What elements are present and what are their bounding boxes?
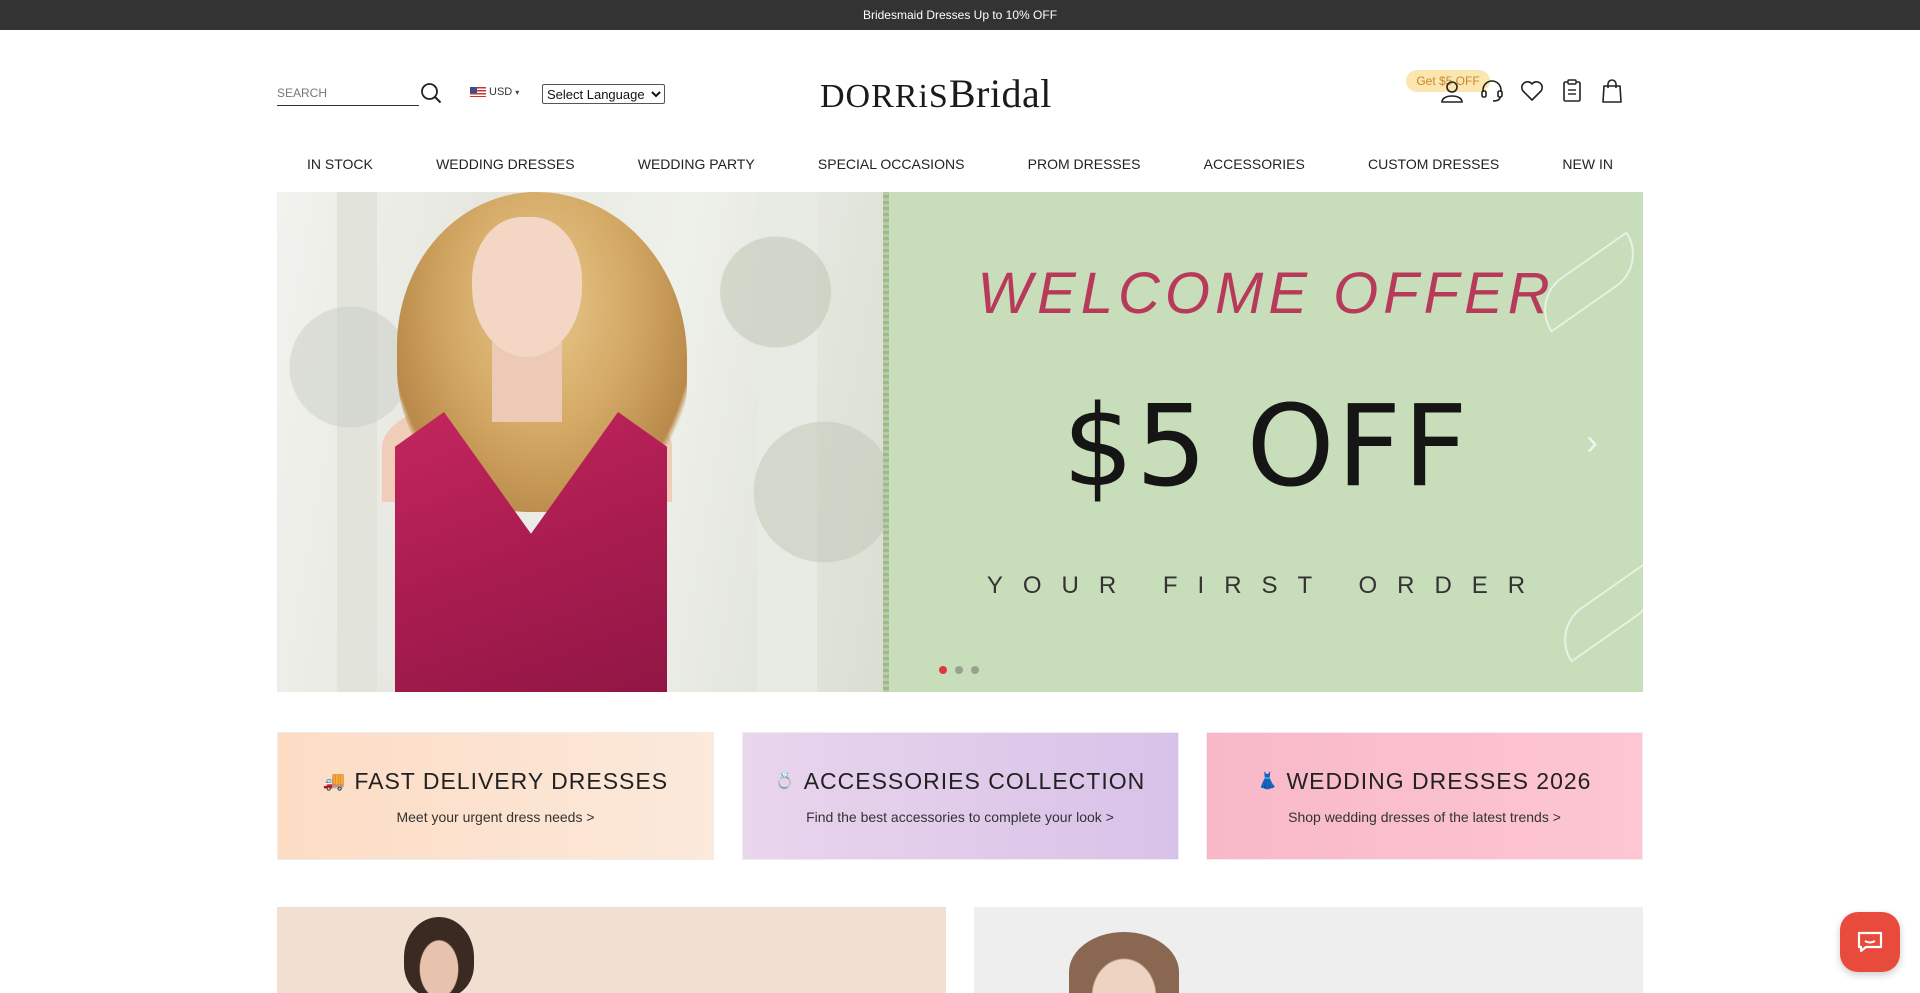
hero-offer-panel: WELCOME OFFER $5 OFF YOUR FIRST ORDER xyxy=(889,192,1643,692)
ring-icon: 💍 xyxy=(774,773,796,790)
feature-tile-right[interactable] xyxy=(974,907,1643,993)
nav-special-occasions[interactable]: SPECIAL OCCASIONS xyxy=(818,150,965,178)
wishlist-button[interactable] xyxy=(1520,78,1544,104)
currency-label: USD xyxy=(489,86,513,98)
site-logo[interactable]: DORRiS Bridal xyxy=(820,70,1100,122)
support-icon xyxy=(1481,80,1503,102)
promo-card-subtitle: Shop wedding dresses of the latest trend… xyxy=(1288,808,1561,825)
logo-part-dorris: DORRiS xyxy=(820,78,949,115)
promo-card-title-text: FAST DELIVERY DRESSES xyxy=(354,767,669,794)
wishlist-icon xyxy=(1521,81,1543,101)
slide-dot-2[interactable] xyxy=(955,666,963,674)
account-button[interactable] xyxy=(1440,78,1464,104)
nav-in-stock[interactable]: IN STOCK xyxy=(307,150,373,178)
promo-card-accessories[interactable]: 💍 ACCESSORIES COLLECTION Find the best a… xyxy=(741,732,1179,860)
support-button[interactable] xyxy=(1480,78,1504,104)
site-header: USD ▾ Select Language DORRiS Bridal Get … xyxy=(0,30,1920,140)
promo-card-title: 👗 WEDDING DRESSES 2026 xyxy=(1258,768,1592,795)
header-icons xyxy=(1440,78,1624,104)
slide-dot-3[interactable] xyxy=(971,666,979,674)
announcement-text[interactable]: Bridesmaid Dresses Up to 10% OFF xyxy=(863,8,1057,22)
dress-icon: 👗 xyxy=(1257,773,1279,790)
nav-custom-dresses[interactable]: CUSTOM DRESSES xyxy=(1368,150,1499,178)
model-photo xyxy=(404,917,474,993)
cart-button[interactable] xyxy=(1600,78,1624,104)
chat-icon xyxy=(1857,931,1883,953)
slide-indicators xyxy=(939,666,979,674)
model-face xyxy=(472,217,582,357)
chevron-right-icon: › xyxy=(1586,421,1598,462)
nav-prom-dresses[interactable]: PROM DRESSES xyxy=(1028,150,1141,178)
announcement-bar[interactable]: Bridesmaid Dresses Up to 10% OFF xyxy=(0,0,1920,30)
next-slide-arrow[interactable]: › xyxy=(1577,421,1607,462)
promo-card-title: 🚚 FAST DELIVERY DRESSES xyxy=(323,768,668,795)
feature-tiles xyxy=(277,907,1643,993)
search-input[interactable] xyxy=(277,82,419,104)
nav-new-in[interactable]: NEW IN xyxy=(1562,150,1613,178)
orders-button[interactable] xyxy=(1560,78,1584,104)
logo-part-bridal: Bridal xyxy=(948,71,1052,116)
search-button[interactable] xyxy=(419,81,443,105)
feature-tile-left[interactable] xyxy=(277,907,946,993)
account-icon xyxy=(1441,81,1463,103)
nav-accessories[interactable]: ACCESSORIES xyxy=(1204,150,1305,178)
search-box xyxy=(277,82,419,106)
hero-banner[interactable]: WELCOME OFFER $5 OFF YOUR FIRST ORDER › xyxy=(277,192,1643,692)
slide-dot-1[interactable] xyxy=(939,666,947,674)
promo-card-fast-delivery[interactable]: 🚚 FAST DELIVERY DRESSES Meet your urgent… xyxy=(277,732,714,860)
main-nav: IN STOCK WEDDING DRESSES WEDDING PARTY S… xyxy=(277,150,1643,178)
hero-subline: YOUR FIRST ORDER xyxy=(986,572,1546,599)
chevron-down-icon: ▾ xyxy=(515,87,520,97)
nav-wedding-party[interactable]: WEDDING PARTY xyxy=(638,150,755,178)
live-chat-button[interactable] xyxy=(1840,912,1900,972)
hero-headline: WELCOME OFFER xyxy=(977,261,1555,326)
truck-icon: 🚚 xyxy=(322,770,347,791)
promo-cards: 🚚 FAST DELIVERY DRESSES Meet your urgent… xyxy=(277,732,1643,860)
promo-card-subtitle: Find the best accessories to complete yo… xyxy=(806,808,1114,825)
model-photo xyxy=(1069,932,1179,993)
nav-wedding-dresses[interactable]: WEDDING DRESSES xyxy=(436,150,574,178)
promo-card-wedding-dresses[interactable]: 👗 WEDDING DRESSES 2026 Shop wedding dres… xyxy=(1206,732,1643,860)
search-icon xyxy=(421,83,442,104)
promo-card-subtitle: Meet your urgent dress needs > xyxy=(396,808,595,825)
promo-card-title-text: WEDDING DRESSES 2026 xyxy=(1286,767,1592,794)
currency-selector[interactable]: USD ▾ xyxy=(470,86,519,98)
orders-icon xyxy=(1563,79,1581,102)
hero-offer-amount: $5 OFF xyxy=(1062,382,1470,512)
hero-model-photo xyxy=(277,192,885,692)
cart-icon xyxy=(1602,79,1622,103)
promo-card-title: 💍 ACCESSORIES COLLECTION xyxy=(775,768,1145,795)
language-select[interactable]: Select Language xyxy=(542,84,665,104)
us-flag-icon xyxy=(470,87,486,97)
promo-card-title-text: ACCESSORIES COLLECTION xyxy=(803,767,1146,794)
